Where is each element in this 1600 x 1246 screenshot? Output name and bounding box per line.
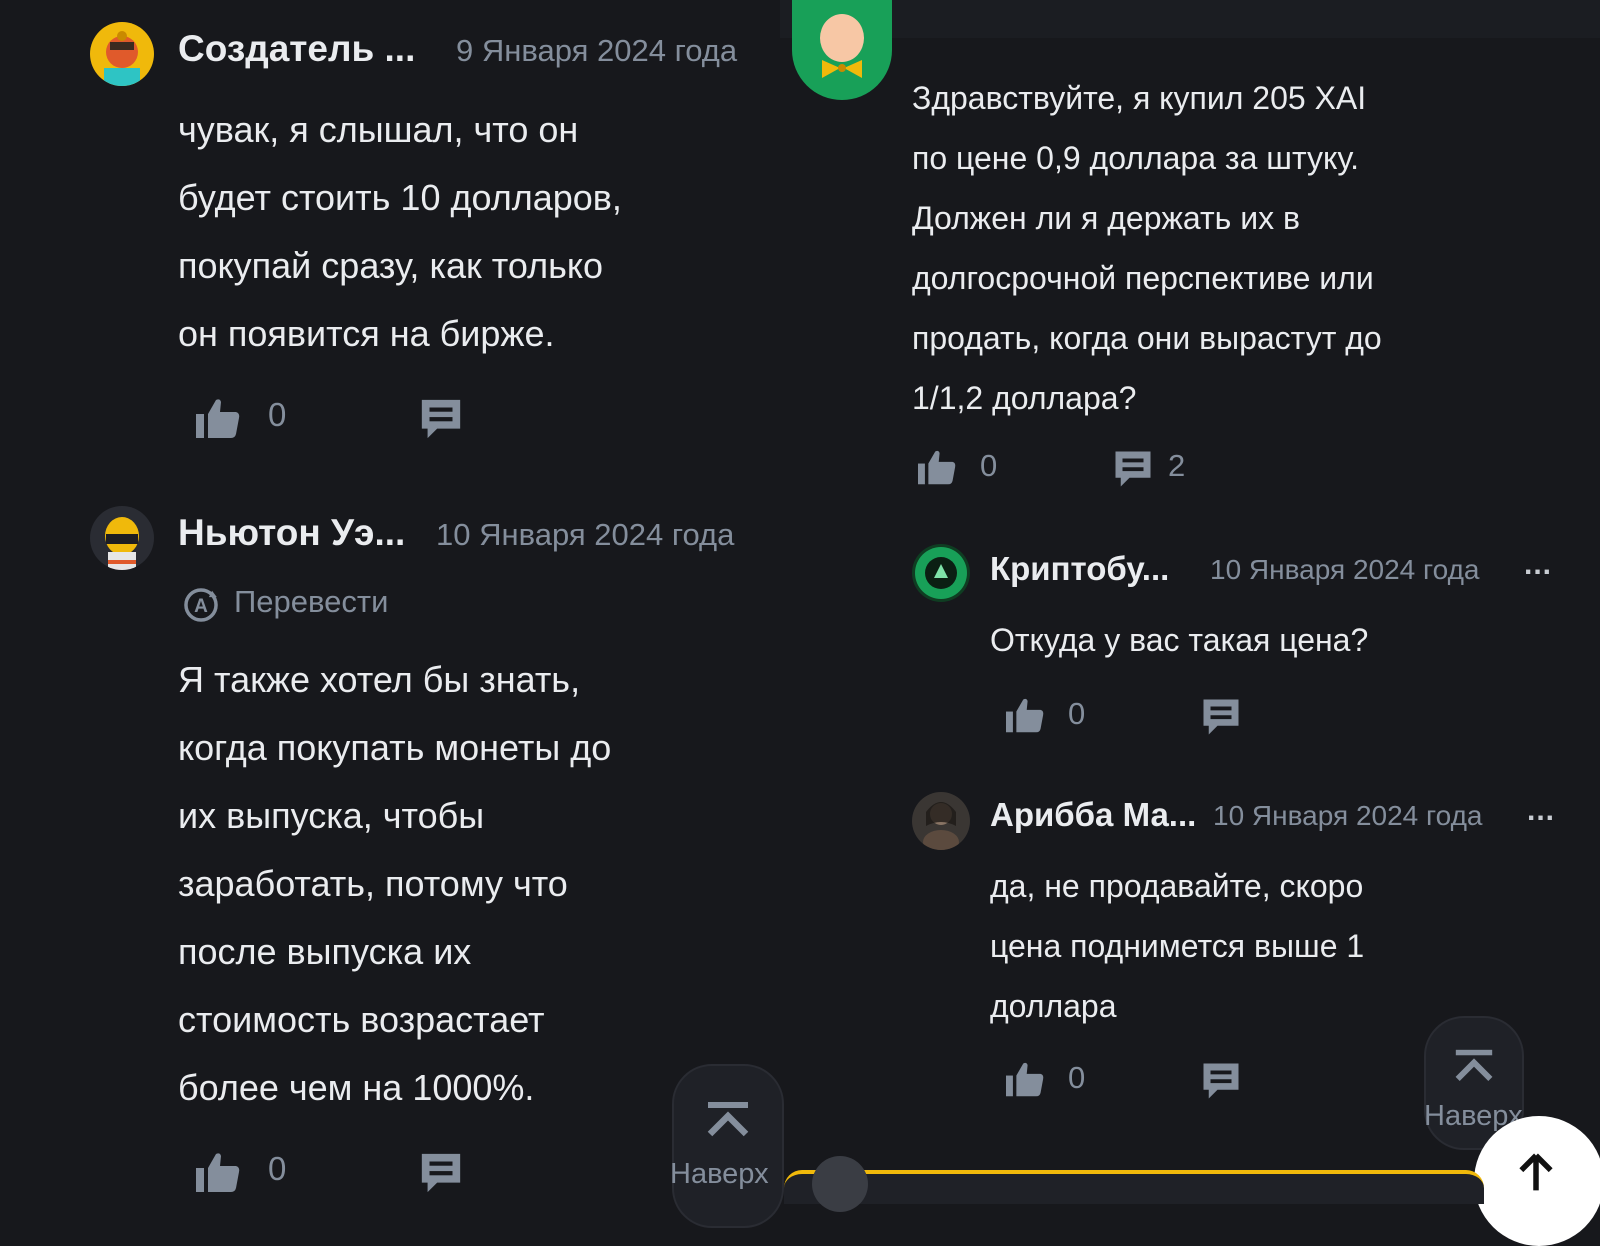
reply-count: 2	[1168, 448, 1186, 483]
scroll-top-button[interactable]: Наверх	[670, 1064, 784, 1228]
double-chevron-up-icon	[1455, 1049, 1493, 1081]
comment-date: 9 Января 2024 года	[456, 33, 738, 68]
avatar[interactable]	[912, 792, 970, 850]
thumbs-up-icon[interactable]	[1004, 696, 1046, 734]
reply-icon[interactable]	[1200, 696, 1242, 738]
bottom-banner-edge	[784, 1170, 1484, 1204]
thumbs-up-icon[interactable]	[194, 396, 242, 440]
reply-author[interactable]: Арибба Ма...	[990, 796, 1196, 834]
thumbs-up-icon[interactable]	[916, 448, 958, 486]
reply-date: 10 Января 2024 года	[1213, 800, 1483, 831]
floating-scroll-button[interactable]	[1474, 1116, 1600, 1246]
avatar[interactable]	[912, 544, 970, 602]
avatar[interactable]	[90, 22, 154, 86]
thumbs-up-icon[interactable]	[194, 1150, 242, 1194]
double-chevron-up-icon	[707, 1102, 749, 1137]
like-count: 0	[1068, 1060, 1086, 1095]
top-header-strip	[780, 0, 1600, 38]
banner-avatar	[812, 1156, 868, 1212]
comment-text: чувак, я слышал, что он будет стоить 10 …	[178, 109, 622, 354]
thumbs-up-icon[interactable]	[1004, 1060, 1046, 1098]
reply-icon[interactable]	[1200, 1060, 1242, 1102]
avatar[interactable]	[792, 0, 892, 100]
reply-date: 10 Января 2024 года	[1210, 554, 1480, 585]
more-options-button[interactable]: ...	[1527, 794, 1555, 828]
comment-text: Здравствуйте, я купил 205 XAI по цене 0,…	[912, 80, 1382, 416]
like-count: 0	[268, 396, 287, 433]
reply-text: да, не продавайте, скоро цена поднимется…	[990, 868, 1365, 1024]
astronaut-avatar-icon	[105, 517, 139, 570]
scroll-top-label: Наверх	[670, 1158, 769, 1190]
arrow-up-icon	[1519, 1153, 1553, 1191]
like-count: 0	[268, 1150, 287, 1187]
crypto-logo-avatar-icon	[915, 547, 967, 599]
translate-button[interactable]: Перевести	[234, 584, 388, 620]
translate-icon[interactable]: A	[182, 586, 220, 624]
reply-icon[interactable]	[418, 1150, 464, 1196]
photo-avatar-icon	[923, 802, 959, 850]
astronaut-avatar-icon	[104, 31, 140, 86]
like-count: 0	[1068, 696, 1086, 731]
like-count: 0	[980, 448, 998, 483]
comment-text: Я также хотел бы знать, когда покупать м…	[178, 659, 612, 1108]
comment-date: 10 Января 2024 года	[436, 517, 735, 552]
comment-author[interactable]: Создатель ...	[178, 28, 415, 70]
bowtie-avatar-icon	[820, 14, 864, 78]
svg-text:A: A	[194, 596, 208, 617]
reply-text: Откуда у вас такая цена?	[990, 622, 1369, 658]
more-options-button[interactable]: ...	[1524, 548, 1552, 582]
avatar[interactable]	[90, 506, 154, 570]
reply-author[interactable]: Криптобу...	[990, 550, 1169, 588]
reply-icon[interactable]	[1112, 448, 1154, 490]
reply-icon[interactable]	[418, 396, 464, 442]
comment-author[interactable]: Ньютон Уэ...	[178, 512, 405, 554]
